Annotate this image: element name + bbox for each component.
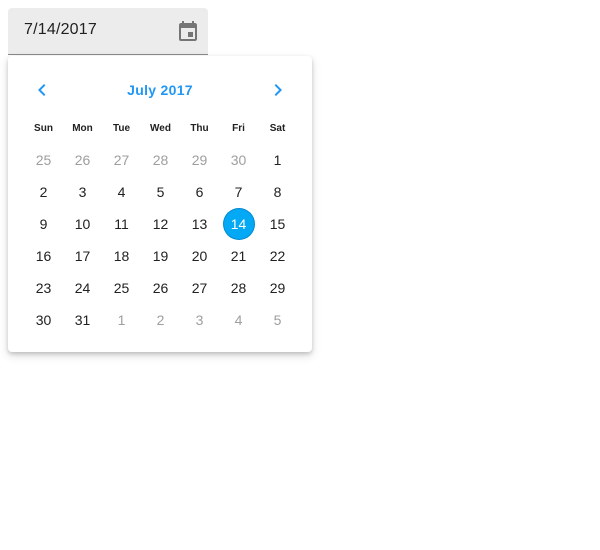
calendar-day[interactable]: 29 [258,272,297,304]
calendar-day[interactable]: 24 [63,272,102,304]
calendar-day[interactable]: 21 [219,240,258,272]
chevron-right-icon[interactable] [266,78,290,102]
calendar-day-other-month[interactable]: 26 [63,144,102,176]
calendar-day[interactable]: 20 [180,240,219,272]
calendar-week-row: 23 24 25 26 27 28 29 [24,272,297,304]
calendar-day-other-month[interactable]: 1 [102,304,141,336]
calendar-day-other-month[interactable]: 28 [141,144,180,176]
calendar-week-row: 30 31 1 2 3 4 5 [24,304,297,336]
calendar-day[interactable]: 5 [141,176,180,208]
selected-day-label: 14 [223,209,254,239]
calendar-day-other-month[interactable]: 2 [141,304,180,336]
calendar-day-other-month[interactable]: 3 [180,304,219,336]
weekday-label: Wed [150,123,171,134]
calendar-day[interactable]: 10 [63,208,102,240]
date-input[interactable]: 7/14/2017 [24,21,97,39]
calendar-day[interactable]: 19 [141,240,180,272]
weekday-label: Sun [34,123,53,134]
calendar-day[interactable]: 22 [258,240,297,272]
weekday-label: Fri [232,123,245,134]
calendar-day[interactable]: 30 [24,304,63,336]
weekday-label: Sat [269,123,286,134]
calendar-day[interactable]: 6 [180,176,219,208]
calendar-day[interactable]: 27 [180,272,219,304]
calendar-week-row: 25 26 27 28 29 30 1 [24,144,297,176]
calendar-day[interactable]: 12 [141,208,180,240]
calendar-day[interactable]: 18 [102,240,141,272]
calendar-day-other-month[interactable]: 30 [219,144,258,176]
calendar-day-other-month[interactable]: 25 [24,144,63,176]
calendar-day-other-month[interactable]: 29 [180,144,219,176]
calendar-week-row: 9 10 11 12 13 14 15 [24,208,297,240]
calendar-day[interactable]: 23 [24,272,63,304]
date-field[interactable]: 7/14/2017 [8,8,208,55]
calendar-day[interactable]: 16 [24,240,63,272]
calendar-day[interactable]: 26 [141,272,180,304]
calendar-day-other-month[interactable]: 4 [219,304,258,336]
calendar-day[interactable]: 7 [219,176,258,208]
calendar-week-row: 16 17 18 19 20 21 22 [24,240,297,272]
calendar-day[interactable]: 13 [180,208,219,240]
weekday-label: Tue [112,123,131,134]
calendar-day-other-month[interactable]: 27 [102,144,141,176]
calendar-popup: July 2017 Sun Mon Tue Wed Thu Fri Sat 25… [8,56,312,352]
calendar-day[interactable]: 9 [24,208,63,240]
calendar-day[interactable]: 15 [258,208,297,240]
calendar-day[interactable]: 31 [63,304,102,336]
calendar-day[interactable]: 17 [63,240,102,272]
calendar-day[interactable]: 8 [258,176,297,208]
calendar-day[interactable]: 3 [63,176,102,208]
calendar-day[interactable]: 11 [102,208,141,240]
calendar-day[interactable]: 1 [258,144,297,176]
calendar-day[interactable]: 4 [102,176,141,208]
weekday-label: Thu [190,123,209,134]
calendar-day-other-month[interactable]: 5 [258,304,297,336]
calendar-day[interactable]: 28 [219,272,258,304]
calendar-day-selected[interactable]: 14 [219,208,258,240]
calendar-week-row: 2 3 4 5 6 7 8 [24,176,297,208]
weekday-label: Mon [72,123,93,134]
calendar-day[interactable]: 2 [24,176,63,208]
calendar-day[interactable]: 25 [102,272,141,304]
calendar-icon[interactable] [176,20,200,44]
weekday-header-row: Sun Mon Tue Wed Thu Fri Sat [24,123,297,137]
